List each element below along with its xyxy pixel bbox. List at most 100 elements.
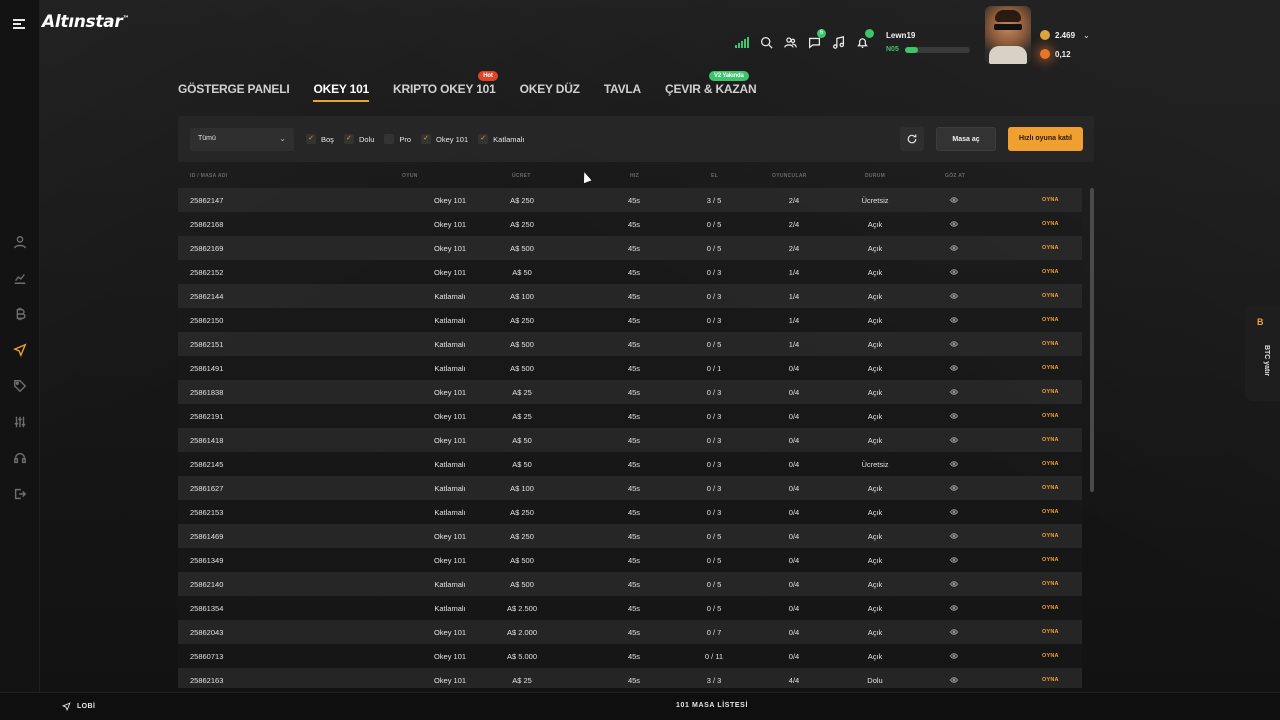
table-row[interactable]: 25862147 Okey 101 A$ 250 45s 3 / 5 2/4 Ücretsi… <box>178 188 1082 212</box>
eye-icon[interactable] <box>950 653 958 659</box>
tag-icon[interactable] <box>0 368 40 404</box>
play-button[interactable]: OYNA <box>1042 509 1059 515</box>
header-fee[interactable]: ÜCRET <box>512 173 531 179</box>
play-button[interactable]: OYNA <box>1042 413 1059 419</box>
header-speed[interactable]: HIZ <box>630 173 639 179</box>
checkbox-box[interactable] <box>384 134 395 144</box>
eye-icon[interactable] <box>950 341 958 347</box>
filter-checkbox[interactable]: ✓ Dolu <box>343 134 374 144</box>
eye-icon[interactable] <box>950 317 958 323</box>
play-button[interactable]: OYNA <box>1042 629 1059 635</box>
eye-icon[interactable] <box>950 197 958 203</box>
header-game[interactable]: OYUN <box>402 173 418 179</box>
eye-icon[interactable] <box>950 293 958 299</box>
filter-checkbox[interactable]: ✓ Katlamalı <box>478 134 524 144</box>
header-hands[interactable]: EL <box>711 173 718 179</box>
eye-icon[interactable] <box>950 533 958 539</box>
play-button[interactable]: OYNA <box>1042 197 1059 203</box>
eye-icon[interactable] <box>950 365 958 371</box>
tab-okey-101[interactable]: OKEY 101 <box>313 82 369 102</box>
table-row[interactable]: 25862191 Okey 101 A$ 25 45s 0 / 3 0/4 Açık OYNA <box>178 404 1082 428</box>
eye-icon[interactable] <box>950 485 958 491</box>
play-button[interactable]: OYNA <box>1042 533 1059 539</box>
tab-kripto-okey-101[interactable]: KRIPTO OKEY 101 Hot <box>393 71 498 102</box>
avatar[interactable] <box>985 6 1031 64</box>
bitcoin-icon[interactable] <box>0 296 40 332</box>
table-row[interactable]: 25860713 Okey 101 A$ 5.000 45s 0 / 11 0/4 Açık… <box>178 644 1082 668</box>
btc-deposit-tab[interactable]: B BTC yatır <box>1245 305 1280 401</box>
table-row[interactable]: 25862150 Katlamalı A$ 250 45s 0 / 3 1/4 Açık OY… <box>178 308 1082 332</box>
table-row[interactable]: 25861838 Okey 101 A$ 25 45s 0 / 3 0/4 Açık OYNA <box>178 380 1082 404</box>
eye-icon[interactable] <box>950 413 958 419</box>
eye-icon[interactable] <box>950 677 958 683</box>
table-row[interactable]: 25862145 Katlamalı A$ 50 45s 0 / 3 0/4 Ücretsi… <box>178 452 1082 476</box>
eye-icon[interactable] <box>950 245 958 251</box>
table-row[interactable]: 25862152 Okey 101 A$ 50 45s 0 / 3 1/4 Açık OYNA <box>178 260 1082 284</box>
tab-tavla[interactable]: TAVLA <box>604 82 641 102</box>
settings-sliders-icon[interactable] <box>0 404 40 440</box>
checkmark-icon[interactable]: ✓ <box>343 134 354 144</box>
filter-checkbox[interactable]: ✓ Boş <box>306 134 334 144</box>
header-status[interactable]: DURUM <box>865 173 885 179</box>
play-button[interactable]: OYNA <box>1042 437 1059 443</box>
eye-icon[interactable] <box>950 605 958 611</box>
wallet[interactable]: 2.469 ⌄ 0,12 <box>1040 28 1090 66</box>
play-button[interactable]: OYNA <box>1042 605 1059 611</box>
eye-icon[interactable] <box>950 221 958 227</box>
play-button[interactable]: OYNA <box>1042 317 1059 323</box>
support-headset-icon[interactable] <box>0 440 40 476</box>
eye-icon[interactable] <box>950 509 958 515</box>
eye-icon[interactable] <box>950 461 958 467</box>
quick-join-button[interactable]: Hızlı oyuna katıl <box>1008 127 1083 151</box>
header-players[interactable]: OYUNCULAR <box>772 173 807 179</box>
eye-icon[interactable] <box>950 581 958 587</box>
play-button[interactable]: OYNA <box>1042 581 1059 587</box>
table-row[interactable]: 25862168 Okey 101 A$ 250 45s 0 / 5 2/4 Açık OYN… <box>178 212 1082 236</box>
filter-checkbox[interactable]: ✓ Okey 101 <box>421 134 468 144</box>
music-icon[interactable] <box>830 34 846 50</box>
play-button[interactable]: OYNA <box>1042 221 1059 227</box>
tab-dashboard[interactable]: GÖSTERGE PANELI <box>178 82 290 102</box>
table-row[interactable]: 25862163 Okey 101 A$ 25 45s 3 / 3 4/4 Dolu OYNA <box>178 668 1082 688</box>
eye-icon[interactable] <box>950 557 958 563</box>
user-profile[interactable]: Lewn19 N05 <box>886 31 981 53</box>
menu-icon[interactable] <box>13 19 25 29</box>
play-button[interactable]: OYNA <box>1042 341 1059 347</box>
play-button[interactable]: OYNA <box>1042 389 1059 395</box>
play-button[interactable]: OYNA <box>1042 293 1059 299</box>
play-button[interactable]: OYNA <box>1042 269 1059 275</box>
game-type-select[interactable]: Tümü ⌄ <box>190 128 294 151</box>
search-icon[interactable] <box>758 34 774 50</box>
profile-icon[interactable] <box>0 224 40 260</box>
checkmark-icon[interactable]: ✓ <box>421 134 432 144</box>
logo[interactable]: Altınstar™ <box>42 12 129 32</box>
friends-icon[interactable] <box>782 34 798 50</box>
eye-icon[interactable] <box>950 629 958 635</box>
table-row[interactable]: 25862144 Katlamalı A$ 100 45s 0 / 3 1/4 Açık OY… <box>178 284 1082 308</box>
play-button[interactable]: OYNA <box>1042 245 1059 251</box>
tab-okey-duz[interactable]: OKEY DÜZ <box>520 82 580 102</box>
header-watch[interactable]: GÖZ AT <box>945 173 965 179</box>
table-row[interactable]: 25861469 Okey 101 A$ 250 45s 0 / 5 0/4 Açık OYN… <box>178 524 1082 548</box>
table-row[interactable]: 25861491 Katlamalı A$ 500 45s 0 / 1 0/4 Açık OY… <box>178 356 1082 380</box>
header-id[interactable]: ID / MASA ADI <box>190 173 227 179</box>
table-row[interactable]: 25862169 Okey 101 A$ 500 45s 0 / 5 2/4 Açık OYN… <box>178 236 1082 260</box>
table-scrollbar[interactable] <box>1090 188 1094 492</box>
table-row[interactable]: 25861627 Katlamalı A$ 100 45s 0 / 3 0/4 Açık OY… <box>178 476 1082 500</box>
play-button[interactable]: OYNA <box>1042 461 1059 467</box>
table-row[interactable]: 25862140 Katlamalı A$ 500 45s 0 / 5 0/4 Açık OY… <box>178 572 1082 596</box>
tab-cevir-kazan[interactable]: ÇEVIR & KAZAN V2 Yakında <box>665 71 757 102</box>
play-button[interactable]: OYNA <box>1042 557 1059 563</box>
play-button[interactable]: OYNA <box>1042 365 1059 371</box>
checkmark-icon[interactable]: ✓ <box>478 134 489 144</box>
chevron-down-icon[interactable]: ⌄ <box>1083 31 1090 40</box>
table-row[interactable]: 25861418 Okey 101 A$ 50 45s 0 / 3 0/4 Açık OYNA <box>178 428 1082 452</box>
lobby-nav-icon[interactable] <box>0 332 40 368</box>
play-button[interactable]: OYNA <box>1042 485 1059 491</box>
refresh-button[interactable] <box>900 127 924 151</box>
eye-icon[interactable] <box>950 437 958 443</box>
notifications-icon[interactable] <box>854 29 874 50</box>
table-row[interactable]: 25862153 Katlamalı A$ 250 45s 0 / 3 0/4 Açık OY… <box>178 500 1082 524</box>
checkmark-icon[interactable]: ✓ <box>306 134 316 144</box>
table-row[interactable]: 25862043 Okey 101 A$ 2.000 45s 0 / 7 0/4 Açık O… <box>178 620 1082 644</box>
